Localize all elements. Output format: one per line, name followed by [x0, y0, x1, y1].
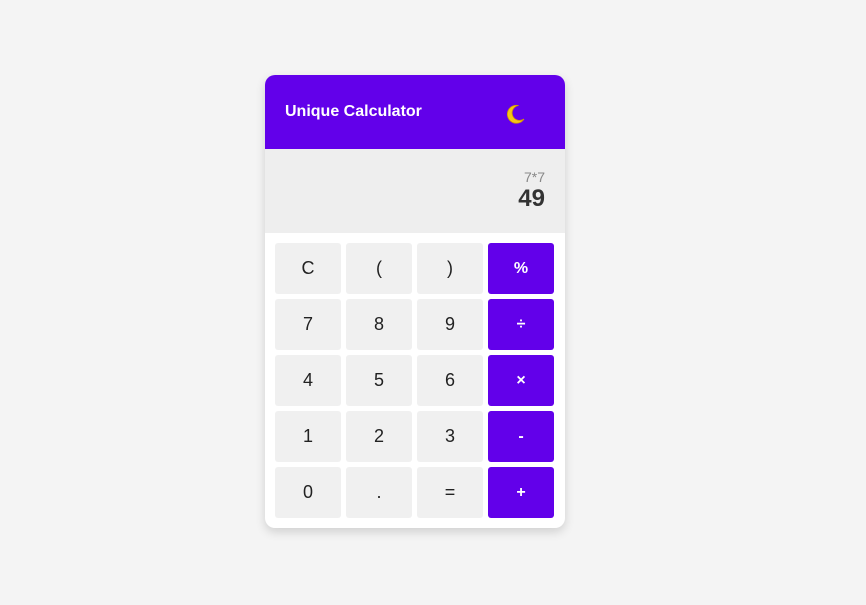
keypad: C ( ) % 7 8 9 ÷ 4 5 6 × 1 2 3 - 0 . = +: [265, 233, 565, 528]
digit-4-button[interactable]: 4: [275, 355, 341, 406]
equals-button[interactable]: =: [417, 467, 483, 518]
close-paren-button[interactable]: ): [417, 243, 483, 294]
digit-8-button[interactable]: 8: [346, 299, 412, 350]
clear-button[interactable]: C: [275, 243, 341, 294]
digit-2-button[interactable]: 2: [346, 411, 412, 462]
digit-1-button[interactable]: 1: [275, 411, 341, 462]
moon-icon: [507, 104, 525, 124]
digit-7-button[interactable]: 7: [275, 299, 341, 350]
calculator-card: Unique Calculator 7*7 49 C ( ) % 7 8 9 ÷…: [265, 75, 565, 528]
decimal-button[interactable]: .: [346, 467, 412, 518]
calculator-header: Unique Calculator: [265, 75, 565, 149]
expression-text: 7*7: [523, 169, 545, 185]
digit-3-button[interactable]: 3: [417, 411, 483, 462]
result-text: 49: [518, 185, 545, 212]
add-button[interactable]: +: [488, 467, 554, 518]
open-paren-button[interactable]: (: [346, 243, 412, 294]
calculator-display: 7*7 49: [265, 149, 565, 233]
percent-button[interactable]: %: [488, 243, 554, 294]
digit-5-button[interactable]: 5: [346, 355, 412, 406]
multiply-button[interactable]: ×: [488, 355, 554, 406]
divide-button[interactable]: ÷: [488, 299, 554, 350]
digit-9-button[interactable]: 9: [417, 299, 483, 350]
subtract-button[interactable]: -: [488, 411, 554, 462]
digit-0-button[interactable]: 0: [275, 467, 341, 518]
app-title: Unique Calculator: [285, 103, 422, 120]
theme-toggle-button[interactable]: [501, 100, 529, 128]
digit-6-button[interactable]: 6: [417, 355, 483, 406]
